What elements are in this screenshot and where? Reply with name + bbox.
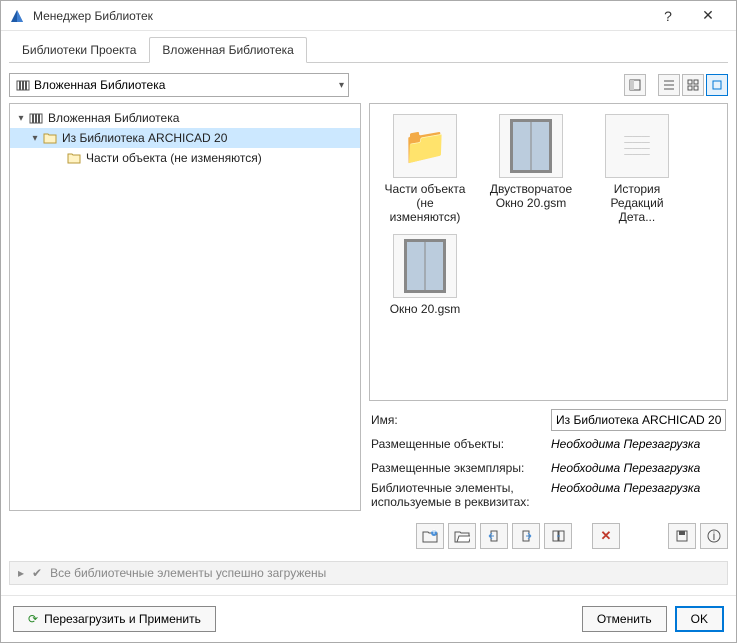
prop-attrib-label: Библиотечные элементы,используемые в рек… bbox=[371, 481, 543, 509]
item-grid: Части объекта (не изменяются) Двустворча… bbox=[380, 114, 717, 316]
save-button[interactable] bbox=[668, 523, 696, 549]
item-label: Окно 20.gsm bbox=[390, 302, 461, 316]
help-button[interactable]: ? bbox=[648, 8, 688, 24]
refresh-icon: ⟳ bbox=[28, 612, 38, 626]
svg-text:i: i bbox=[713, 529, 716, 543]
chevron-down-icon: ▾ bbox=[339, 80, 344, 91]
content-panel: Части объекта (не изменяются) Двустворча… bbox=[369, 103, 728, 511]
status-bar[interactable]: ▸ ✔ Все библиотечные элементы успешно за… bbox=[9, 561, 728, 585]
import-button[interactable] bbox=[480, 523, 508, 549]
prop-placed-objects-value: Необходима Перезагрузка bbox=[551, 437, 726, 451]
tab-embedded-library[interactable]: Вложенная Библиотека bbox=[149, 37, 306, 63]
item-label: Двустворчатое Окно 20.gsm bbox=[486, 182, 576, 210]
tree-grandchild-label: Части объекта (не изменяются) bbox=[86, 151, 262, 165]
collapse-icon[interactable]: ▾ bbox=[28, 133, 42, 144]
library-tree-panel: ▾ Вложенная Библиотека ▾ Из Библиотека A… bbox=[9, 103, 361, 511]
prop-placed-instances-label: Размещенные экземпляры: bbox=[371, 461, 543, 475]
properties-panel: Имя: Размещенные объекты: Необходима Пер… bbox=[369, 401, 728, 511]
cancel-button[interactable]: Отменить bbox=[582, 606, 667, 632]
reload-and-apply-button[interactable]: ⟳ Перезагрузить и Применить bbox=[13, 606, 216, 632]
export-button[interactable] bbox=[512, 523, 540, 549]
window-preview-icon bbox=[499, 114, 563, 178]
tree-root-label: Вложенная Библиотека bbox=[48, 111, 179, 125]
tabs: Библиотеки Проекта Вложенная Библиотека bbox=[9, 37, 728, 63]
library-icon bbox=[28, 110, 44, 126]
prop-attrib-value: Необходима Перезагрузка bbox=[551, 481, 726, 495]
info-button[interactable]: i bbox=[700, 523, 728, 549]
sheet-preview-icon: ──────────────────────── bbox=[605, 114, 669, 178]
prop-name-input[interactable] bbox=[551, 409, 726, 431]
folder-open-icon bbox=[42, 130, 58, 146]
item-label: История Редакций Дета... bbox=[592, 182, 682, 224]
open-button[interactable] bbox=[448, 523, 476, 549]
prop-placed-objects-label: Размещенные объекты: bbox=[371, 437, 543, 451]
tab-project-libraries[interactable]: Библиотеки Проекта bbox=[9, 37, 149, 62]
prop-placed-instances-value: Необходима Перезагрузка bbox=[551, 461, 726, 475]
view-small-icons-button[interactable] bbox=[682, 74, 704, 96]
delete-button[interactable]: ✕ bbox=[592, 523, 620, 549]
tree-root[interactable]: ▾ Вложенная Библиотека bbox=[10, 108, 360, 128]
library-manager-window: Менеджер Библиотек ? ✕ Библиотеки Проект… bbox=[0, 0, 737, 643]
svg-text:+: + bbox=[430, 529, 437, 538]
window-preview-icon bbox=[393, 234, 457, 298]
new-folder-button[interactable]: + bbox=[416, 523, 444, 549]
folder-icon bbox=[393, 114, 457, 178]
ok-button[interactable]: OK bbox=[675, 606, 724, 632]
action-toolbar: + ✕ i bbox=[9, 517, 728, 555]
titlebar: Менеджер Библиотек ? ✕ bbox=[1, 1, 736, 31]
close-button[interactable]: ✕ bbox=[688, 7, 728, 24]
view-mode-buttons bbox=[624, 74, 728, 96]
tree-folder-archicad20[interactable]: ▾ Из Библиотека ARCHICAD 20 bbox=[10, 128, 360, 148]
window-title: Менеджер Библиотек bbox=[33, 9, 648, 23]
library-selector-combo[interactable]: Вложенная Библиотека ▾ bbox=[9, 73, 349, 97]
item-folder-parts[interactable]: Части объекта (не изменяются) bbox=[380, 114, 470, 224]
check-icon: ✔ bbox=[32, 566, 42, 580]
collapse-icon[interactable]: ▾ bbox=[14, 113, 28, 124]
tree-folder-parts[interactable]: Части объекта (не изменяются) bbox=[10, 148, 360, 168]
item-double-window[interactable]: Двустворчатое Окно 20.gsm bbox=[486, 114, 576, 224]
library-icon bbox=[16, 78, 30, 92]
dialog-footer: ⟳ Перезагрузить и Применить Отменить OK bbox=[1, 595, 736, 642]
tree-child-label: Из Библиотека ARCHICAD 20 bbox=[62, 131, 227, 145]
prop-name-label: Имя: bbox=[371, 413, 543, 427]
expand-arrow-icon[interactable]: ▸ bbox=[18, 566, 24, 580]
status-text: Все библиотечные элементы успешно загруж… bbox=[50, 566, 326, 580]
view-large-icons-button[interactable] bbox=[706, 74, 728, 96]
view-tree-button[interactable] bbox=[624, 74, 646, 96]
view-list-button[interactable] bbox=[658, 74, 680, 96]
item-label: Части объекта (не изменяются) bbox=[380, 182, 470, 224]
item-revision-history[interactable]: ──────────────────────── История Редакци… bbox=[592, 114, 682, 224]
move-button[interactable] bbox=[544, 523, 572, 549]
app-logo-icon bbox=[9, 8, 25, 24]
combo-label: Вложенная Библиотека bbox=[34, 78, 165, 92]
item-window[interactable]: Окно 20.gsm bbox=[380, 234, 470, 316]
folder-icon bbox=[66, 150, 82, 166]
